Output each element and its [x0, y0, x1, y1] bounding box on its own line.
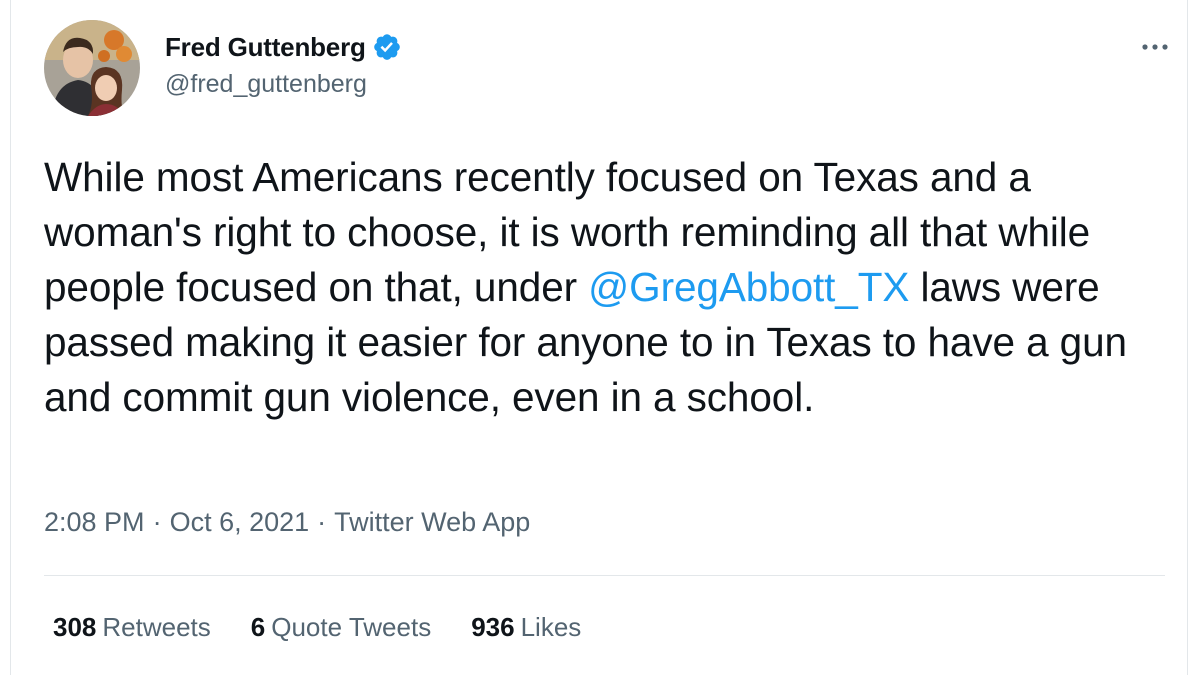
author-block: Fred Guttenberg @fred_guttenberg	[165, 30, 402, 99]
name-row: Fred Guttenberg	[165, 30, 402, 64]
mention-link[interactable]: @GregAbbott_TX	[588, 264, 909, 310]
avatar-photo	[44, 20, 140, 116]
engagement-stats: 308 Retweets 6 Quote Tweets 936 Likes	[53, 612, 621, 643]
quote-tweets-label: Quote Tweets	[271, 612, 432, 642]
display-name[interactable]: Fred Guttenberg	[165, 32, 366, 63]
meta-separator: ·	[317, 507, 327, 537]
verified-badge-icon	[372, 32, 402, 62]
quote-tweets-count: 6	[250, 612, 266, 642]
likes-count: 936	[471, 612, 515, 642]
tweet-text: While most Americans recently focused on…	[44, 150, 1169, 425]
more-options-button[interactable]	[1135, 32, 1175, 62]
handle[interactable]: @fred_guttenberg	[165, 70, 402, 99]
retweets-label: Retweets	[102, 612, 211, 642]
divider	[44, 575, 1165, 576]
retweets-stat[interactable]: 308 Retweets	[53, 612, 211, 643]
quote-tweets-stat[interactable]: 6 Quote Tweets	[251, 612, 431, 643]
avatar[interactable]	[44, 20, 140, 116]
tweet-time[interactable]: 2:08 PM	[44, 507, 145, 538]
likes-stat[interactable]: 936 Likes	[471, 612, 581, 643]
tweet-date[interactable]: Oct 6, 2021	[170, 507, 310, 538]
likes-label: Likes	[520, 612, 582, 642]
more-horizontal-icon	[1142, 44, 1168, 50]
tweet-source[interactable]: Twitter Web App	[334, 507, 530, 538]
meta-separator: ·	[152, 507, 162, 537]
retweets-count: 308	[53, 612, 97, 642]
tweet-card: Fred Guttenberg @fred_guttenberg While m…	[10, 0, 1188, 675]
tweet-meta: 2:08 PM · Oct 6, 2021 · Twitter Web App	[44, 507, 530, 538]
